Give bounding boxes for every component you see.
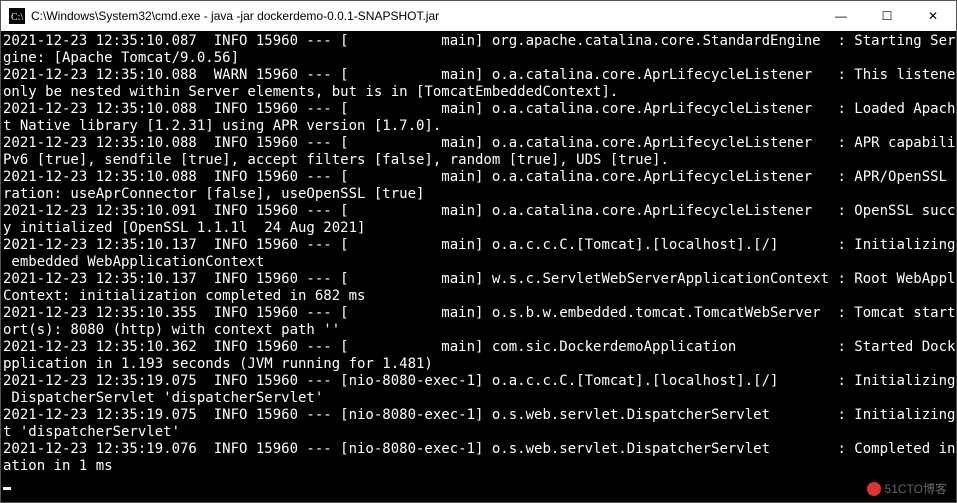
cmd-window: C:\ C:\Windows\System32\cmd.exe - java -… bbox=[0, 0, 957, 503]
log-line: gine: [Apache Tomcat/9.0.56] bbox=[3, 50, 956, 67]
log-line: Context: initialization completed in 682… bbox=[3, 288, 956, 305]
log-line: 2021-12-23 12:35:10.091 INFO 15960 --- [… bbox=[3, 203, 956, 220]
log-line: 2021-12-23 12:35:10.087 INFO 15960 --- [… bbox=[3, 33, 956, 50]
log-line: ation in 1 ms bbox=[3, 458, 956, 475]
log-line: 2021-12-23 12:35:10.137 INFO 15960 --- [… bbox=[3, 237, 956, 254]
cursor bbox=[3, 487, 11, 490]
title-bar[interactable]: C:\ C:\Windows\System32\cmd.exe - java -… bbox=[1, 1, 956, 31]
log-line: y initialized [OpenSSL 1.1.1l 24 Aug 202… bbox=[3, 220, 956, 237]
cursor-line bbox=[3, 475, 956, 492]
log-line: t Native library [1.2.31] using APR vers… bbox=[3, 118, 956, 135]
log-line: 2021-12-23 12:35:10.088 INFO 15960 --- [… bbox=[3, 135, 956, 152]
watermark: 51CTO博客 bbox=[867, 480, 947, 497]
minimize-button[interactable]: — bbox=[818, 1, 864, 31]
log-line: ration: useAprConnector [false], useOpen… bbox=[3, 186, 956, 203]
log-line: 2021-12-23 12:35:10.355 INFO 15960 --- [… bbox=[3, 305, 956, 322]
log-line: 2021-12-23 12:35:10.088 INFO 15960 --- [… bbox=[3, 169, 956, 186]
log-line: ort(s): 8080 (http) with context path '' bbox=[3, 322, 956, 339]
watermark-text: 51CTO博客 bbox=[885, 480, 947, 497]
log-line: 2021-12-23 12:35:10.088 INFO 15960 --- [… bbox=[3, 101, 956, 118]
minimize-icon: — bbox=[835, 9, 847, 23]
close-icon: ✕ bbox=[928, 9, 938, 23]
window-title: C:\Windows\System32\cmd.exe - java -jar … bbox=[31, 9, 818, 23]
log-line: 2021-12-23 12:35:10.137 INFO 15960 --- [… bbox=[3, 271, 956, 288]
cmd-icon: C:\ bbox=[9, 8, 25, 24]
log-line: 2021-12-23 12:35:10.362 INFO 15960 --- [… bbox=[3, 339, 956, 356]
log-line: 2021-12-23 12:35:19.075 INFO 15960 --- [… bbox=[3, 407, 956, 424]
console-output[interactable]: 2021-12-23 12:35:10.087 INFO 15960 --- [… bbox=[1, 31, 956, 502]
log-line: 2021-12-23 12:35:19.076 INFO 15960 --- [… bbox=[3, 441, 956, 458]
log-line: 2021-12-23 12:35:10.088 WARN 15960 --- [… bbox=[3, 67, 956, 84]
log-line: embedded WebApplicationContext bbox=[3, 254, 956, 271]
maximize-icon: ☐ bbox=[882, 9, 893, 23]
log-line: pplication in 1.193 seconds (JVM running… bbox=[3, 356, 956, 373]
log-line: 2021-12-23 12:35:19.075 INFO 15960 --- [… bbox=[3, 373, 956, 390]
window-controls: — ☐ ✕ bbox=[818, 1, 956, 31]
watermark-logo-icon bbox=[867, 482, 881, 496]
svg-text:C:\: C:\ bbox=[11, 12, 23, 23]
maximize-button[interactable]: ☐ bbox=[864, 1, 910, 31]
log-line: t 'dispatcherServlet' bbox=[3, 424, 956, 441]
log-line: DispatcherServlet 'dispatcherServlet' bbox=[3, 390, 956, 407]
close-button[interactable]: ✕ bbox=[910, 1, 956, 31]
log-line: only be nested within Server elements, b… bbox=[3, 84, 956, 101]
log-line: Pv6 [true], sendfile [true], accept filt… bbox=[3, 152, 956, 169]
